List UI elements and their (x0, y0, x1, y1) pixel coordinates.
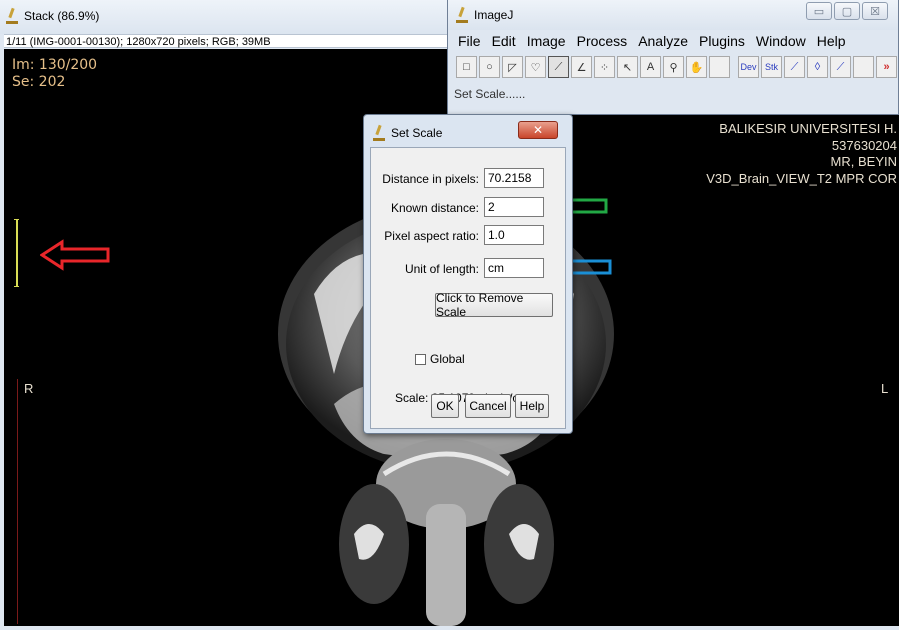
angle-tool-icon[interactable]: ∠ (571, 56, 592, 78)
hand-tool-icon[interactable]: ✋ (686, 56, 707, 78)
orientation-right-marker: R (24, 381, 34, 396)
polygon-tool-icon[interactable]: ◸ (502, 56, 523, 78)
imagej-microscope-icon (456, 7, 468, 23)
known-distance-input[interactable] (484, 197, 544, 217)
point-tool-icon[interactable]: ⁘ (594, 56, 615, 78)
stk-tool-icon[interactable]: Stk (761, 56, 782, 78)
imagej-titlebar[interactable]: ImageJ ▭ ▢ ☒ (448, 0, 898, 30)
set-scale-dialog: Set Scale ✕ Distance in pixels: Known di… (363, 114, 573, 434)
close-icon[interactable]: ✕ (518, 121, 558, 139)
ruler-line (17, 379, 18, 624)
pixel-aspect-ratio-input[interactable] (484, 225, 544, 245)
known-distance-label: Known distance: (390, 201, 479, 215)
imagej-toolbar: □ ○ ◸ ♡ ⟋ ∠ ⁘ ↖ A ⚲ ✋ Dev Stk ⟋ ◊ ⟋ » (456, 56, 897, 78)
help-button[interactable]: Help (515, 394, 549, 418)
imagej-menubar: File Edit Image Process Analyze Plugins … (458, 33, 846, 49)
rectangle-tool-icon[interactable]: □ (456, 56, 477, 78)
menu-help[interactable]: Help (817, 33, 846, 49)
overlay-image-index: Im: 130/200 (12, 57, 98, 73)
menu-process[interactable]: Process (577, 33, 628, 49)
scale-bar-line (14, 219, 19, 287)
imagej-title-text: ImageJ (474, 8, 514, 22)
stack-title-text: Stack (86.9%) (24, 9, 100, 23)
distance-in-pixels-input[interactable] (484, 168, 544, 188)
imagej-title: ImageJ (456, 7, 513, 23)
minimize-icon[interactable]: ▭ (806, 2, 832, 20)
color-picker-tool-icon[interactable] (709, 56, 730, 78)
unit-of-length-input[interactable] (484, 258, 544, 278)
ok-button[interactable]: OK (431, 394, 459, 418)
overlay-institution: BALIKESIR UNIVERSITESI H. (719, 121, 897, 136)
overlay-patient-id: 537630204 (831, 137, 897, 153)
text-tool-icon[interactable]: A (640, 56, 661, 78)
red-arrow-icon (40, 239, 110, 271)
set-scale-title-text: Set Scale (391, 126, 443, 140)
global-checkbox-row[interactable]: Global (415, 352, 465, 366)
imagej-microscope-icon (6, 8, 18, 24)
distance-label: Distance in pixels: (382, 172, 479, 186)
menu-edit[interactable]: Edit (492, 33, 516, 49)
more-tools-icon[interactable]: » (876, 56, 897, 78)
overlay-series-description: V3D_Brain_VIEW_T2 MPR COR (706, 170, 897, 186)
line-tool-icon[interactable]: ⟋ (548, 56, 569, 78)
blank-tool-icon[interactable] (853, 56, 874, 78)
close-icon[interactable]: ☒ (862, 2, 888, 20)
menu-image[interactable]: Image (527, 33, 566, 49)
arrow-tool-icon[interactable]: ⟋ (830, 56, 851, 78)
overlay-top-right: BALIKESIR UNIVERSITESI H. 537630204 MR, … (706, 121, 897, 187)
orientation-left-marker: L (881, 381, 889, 396)
oval-tool-icon[interactable]: ○ (479, 56, 500, 78)
menu-file[interactable]: File (458, 33, 481, 49)
pixel-aspect-label: Pixel aspect ratio: (384, 229, 479, 243)
window-controls: ▭ ▢ ☒ (806, 2, 888, 20)
set-scale-title: Set Scale (373, 125, 442, 141)
global-label: Global (430, 352, 465, 366)
menu-analyze[interactable]: Analyze (638, 33, 688, 49)
wand-tool-icon[interactable]: ↖ (617, 56, 638, 78)
cancel-button[interactable]: Cancel (465, 394, 511, 418)
overlay-top-left: Im: 130/200 Se: 202 (12, 57, 97, 91)
remove-scale-button[interactable]: Click to Remove Scale (435, 291, 553, 319)
imagej-main-window: ImageJ ▭ ▢ ☒ File Edit Image Process Ana… (447, 0, 899, 115)
imagej-microscope-icon (373, 125, 385, 141)
magnifier-tool-icon[interactable]: ⚲ (663, 56, 684, 78)
overlay-modality: MR, BEYIN (830, 154, 897, 169)
brush-tool-icon[interactable]: ⟋ (784, 56, 805, 78)
freehand-tool-icon[interactable]: ♡ (525, 56, 546, 78)
dev-tool-icon[interactable]: Dev (738, 56, 759, 78)
stack-title: Stack (86.9%) (6, 8, 99, 24)
menu-plugins[interactable]: Plugins (699, 33, 745, 49)
unit-of-length-label: Unit of length: (404, 262, 479, 276)
global-checkbox[interactable] (415, 353, 426, 365)
set-scale-body: Distance in pixels: Known distance: Pixe… (370, 147, 566, 429)
overlay-series: Se: 202 (12, 74, 66, 90)
imagej-status-bar: Set Scale...... (454, 87, 526, 101)
maximize-icon[interactable]: ▢ (834, 2, 860, 20)
menu-window[interactable]: Window (756, 33, 806, 49)
flood-fill-tool-icon[interactable]: ◊ (807, 56, 828, 78)
